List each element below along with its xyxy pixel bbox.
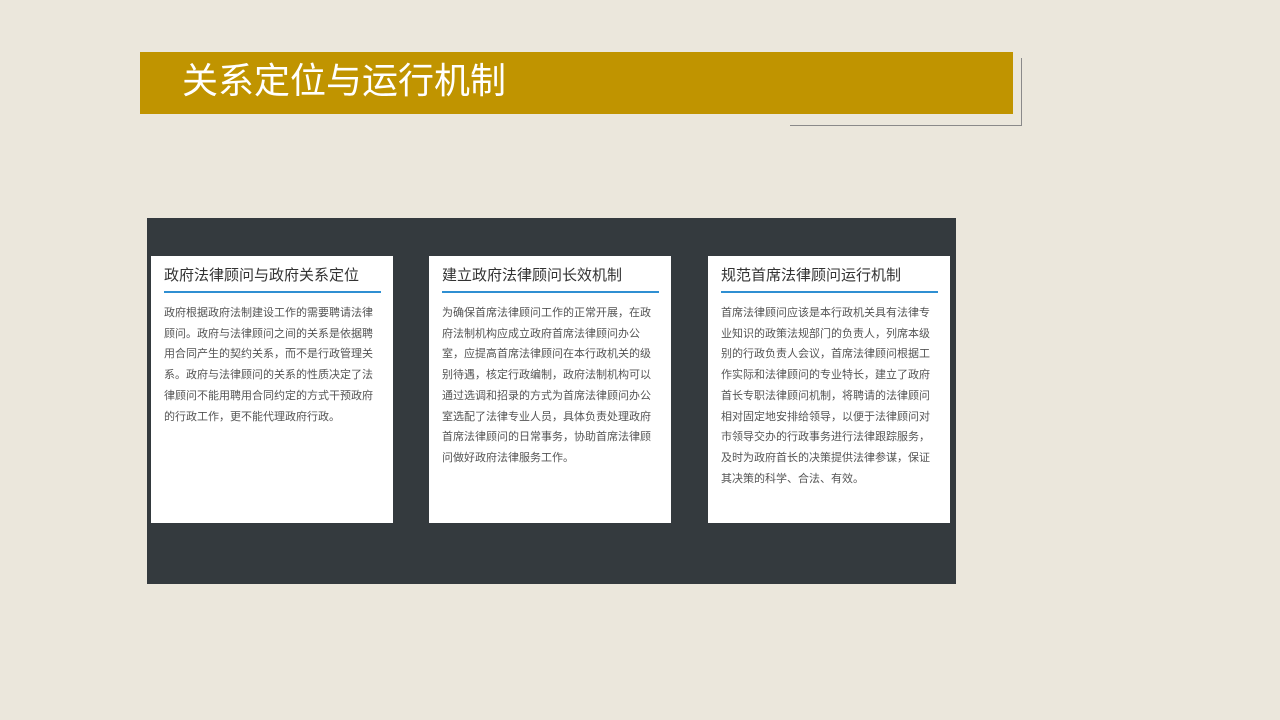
card-title-underline — [442, 291, 659, 293]
card-body: 首席法律顾问应该是本行政机关具有法律专业知识的政策法规部门的负责人，列席本级别的… — [721, 306, 930, 485]
title-banner: 关系定位与运行机制 — [140, 52, 1013, 114]
card-body: 为确保首席法律顾问工作的正常开展，在政府法制机构应成立政府首席法律顾问办公室，应… — [442, 306, 651, 464]
card-title-underline — [721, 291, 938, 293]
card-long-term-mechanism: 建立政府法律顾问长效机制 为确保首席法律顾问工作的正常开展，在政府法制机构应成立… — [429, 256, 671, 523]
content-panel: 政府法律顾问与政府关系定位 政府根据政府法制建设工作的需要聘请法律顾问。政府与法… — [147, 218, 956, 584]
card-title: 规范首席法律顾问运行机制 — [721, 266, 902, 284]
card-title: 政府法律顾问与政府关系定位 — [164, 266, 360, 284]
card-government-relationship: 政府法律顾问与政府关系定位 政府根据政府法制建设工作的需要聘请法律顾问。政府与法… — [151, 256, 393, 523]
card-title: 建立政府法律顾问长效机制 — [442, 266, 623, 284]
slide-title: 关系定位与运行机制 — [182, 61, 507, 102]
card-title-underline — [164, 291, 381, 293]
card-body: 政府根据政府法制建设工作的需要聘请法律顾问。政府与法律顾问之间的关系是依据聘用合… — [164, 306, 373, 423]
card-chief-counsel-mechanism: 规范首席法律顾问运行机制 首席法律顾问应该是本行政机关具有法律专业知识的政策法规… — [708, 256, 950, 523]
